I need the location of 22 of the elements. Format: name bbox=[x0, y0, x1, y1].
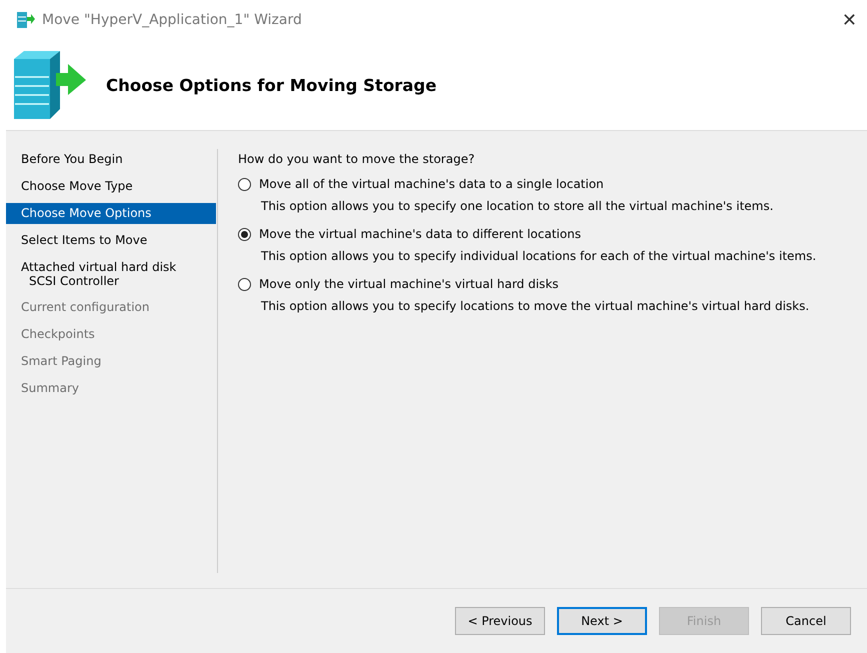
option-description: This option allows you to specify one location to store all the virtual machine's items. bbox=[260, 199, 774, 213]
page-heading: Choose Options for Moving Storage bbox=[106, 76, 437, 94]
close-button[interactable]: ✕ bbox=[842, 10, 857, 30]
question-text: How do you want to move the storage? bbox=[238, 152, 476, 166]
wizard-button[interactable]: < Previous bbox=[455, 607, 545, 635]
server-arrow-icon bbox=[16, 11, 36, 29]
radio-button[interactable] bbox=[238, 228, 251, 240]
option-description: This option allows you to specify individual locations for each of the virtual machine's items. bbox=[260, 249, 818, 263]
wizard-button[interactable]: Cancel bbox=[761, 607, 851, 635]
radio-button[interactable] bbox=[238, 178, 251, 190]
option-label[interactable]: Move all of the virtual machine's data to a single location bbox=[259, 177, 604, 191]
window-title: Move "HyperV_Application_1" Wizard bbox=[42, 12, 303, 28]
step-item[interactable]: Before You Begin bbox=[6, 149, 216, 170]
step-item[interactable]: Choose Move Options bbox=[6, 203, 216, 224]
step-item[interactable]: Select Items to Move bbox=[6, 230, 216, 251]
step-item[interactable]: Attached virtual hard disk SCSI Controller bbox=[6, 257, 216, 291]
option-label[interactable]: Move only the virtual machine's virtual hard disks bbox=[259, 277, 559, 291]
wizard-button[interactable]: Next > bbox=[557, 607, 647, 635]
step-item[interactable]: Choose Move Type bbox=[6, 176, 216, 197]
radio-button[interactable] bbox=[238, 278, 251, 290]
option-label[interactable]: Move the virtual machine's data to different locations bbox=[259, 227, 581, 241]
option-description: This option allows you to specify locations to move the virtual machine's virtual hard disks. bbox=[260, 299, 810, 313]
